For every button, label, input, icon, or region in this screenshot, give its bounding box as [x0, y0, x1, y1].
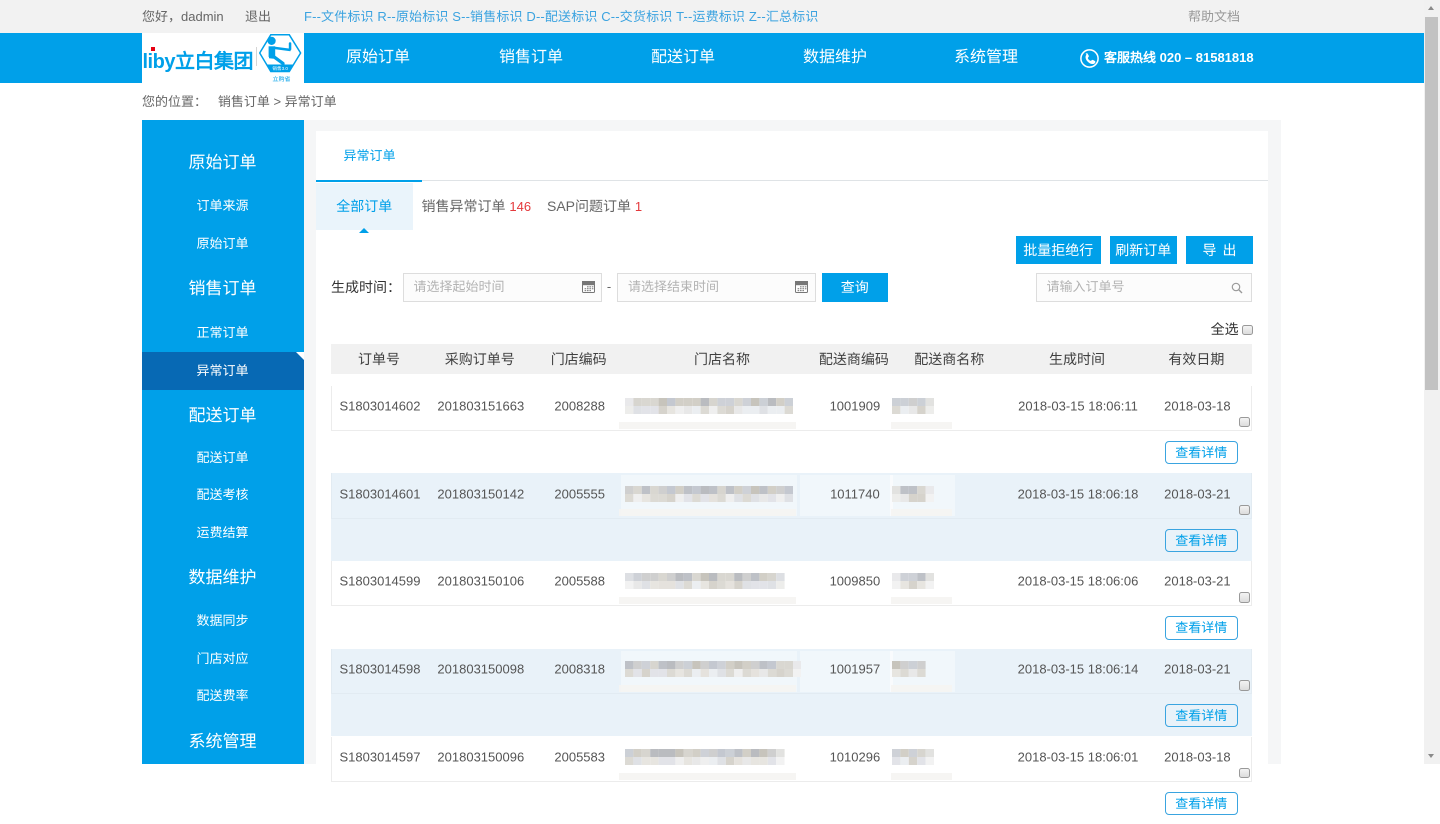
svg-text:销售3.0: 销售3.0 [272, 65, 288, 70]
